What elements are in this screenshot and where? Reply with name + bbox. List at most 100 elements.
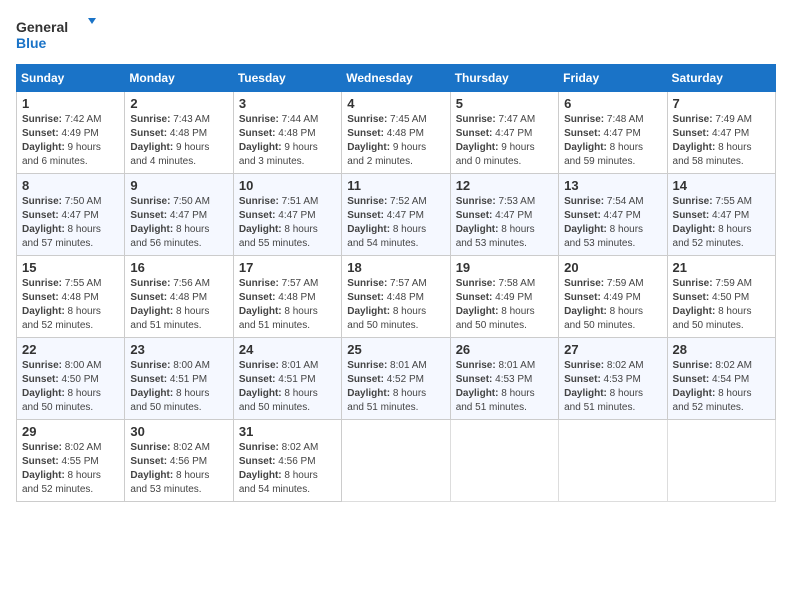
day-cell: 3 Sunrise: 7:44 AMSunset: 4:48 PMDaylight… (233, 92, 341, 174)
day-number: 3 (239, 96, 336, 111)
day-cell: 25 Sunrise: 8:01 AMSunset: 4:52 PMDayligh… (342, 338, 450, 420)
day-number: 9 (130, 178, 227, 193)
day-number: 21 (673, 260, 770, 275)
day-cell: 10 Sunrise: 7:51 AMSunset: 4:47 PMDayligh… (233, 174, 341, 256)
calendar-table: SundayMondayTuesdayWednesdayThursdayFrid… (16, 64, 776, 502)
day-number: 29 (22, 424, 119, 439)
weekday-header-wednesday: Wednesday (342, 65, 450, 92)
day-number: 20 (564, 260, 661, 275)
day-number: 18 (347, 260, 444, 275)
day-cell: 31 Sunrise: 8:02 AMSunset: 4:56 PMDayligh… (233, 420, 341, 502)
day-detail: Sunrise: 7:43 AMSunset: 4:48 PMDaylight:… (130, 113, 227, 169)
day-detail: Sunrise: 7:57 AMSunset: 4:48 PMDaylight:… (239, 277, 336, 333)
day-number: 5 (456, 96, 553, 111)
day-cell: 29 Sunrise: 8:02 AMSunset: 4:55 PMDayligh… (17, 420, 125, 502)
day-number: 23 (130, 342, 227, 357)
day-detail: Sunrise: 7:55 AMSunset: 4:48 PMDaylight:… (22, 277, 119, 333)
day-number: 31 (239, 424, 336, 439)
day-detail: Sunrise: 7:53 AMSunset: 4:47 PMDaylight:… (456, 195, 553, 251)
day-cell (342, 420, 450, 502)
page-header: General Blue (16, 16, 776, 52)
weekday-header-friday: Friday (559, 65, 667, 92)
weekday-header-tuesday: Tuesday (233, 65, 341, 92)
svg-text:General: General (16, 19, 68, 35)
day-cell: 24 Sunrise: 8:01 AMSunset: 4:51 PMDayligh… (233, 338, 341, 420)
day-detail: Sunrise: 8:02 AMSunset: 4:56 PMDaylight:… (239, 441, 336, 497)
day-detail: Sunrise: 7:56 AMSunset: 4:48 PMDaylight:… (130, 277, 227, 333)
weekday-header-monday: Monday (125, 65, 233, 92)
day-cell: 23Sunrise: 8:00 AMSunset: 4:51 PMDayligh… (125, 338, 233, 420)
day-cell: 6Sunrise: 7:48 AMSunset: 4:47 PMDaylight… (559, 92, 667, 174)
day-detail: Sunrise: 8:02 AMSunset: 4:55 PMDaylight:… (22, 441, 119, 497)
day-cell: 17 Sunrise: 7:57 AMSunset: 4:48 PMDayligh… (233, 256, 341, 338)
day-cell: 22 Sunrise: 8:00 AMSunset: 4:50 PMDayligh… (17, 338, 125, 420)
day-detail: Sunrise: 7:50 AMSunset: 4:47 PMDaylight:… (22, 195, 119, 251)
day-number: 17 (239, 260, 336, 275)
day-detail: Sunrise: 7:44 AMSunset: 4:48 PMDaylight:… (239, 113, 336, 169)
day-number: 27 (564, 342, 661, 357)
day-detail: Sunrise: 8:02 AMSunset: 4:53 PMDaylight:… (564, 359, 661, 415)
weekday-header-sunday: Sunday (17, 65, 125, 92)
day-cell: 16 Sunrise: 7:56 AMSunset: 4:48 PMDayligh… (125, 256, 233, 338)
day-detail: Sunrise: 8:02 AMSunset: 4:56 PMDaylight:… (130, 441, 227, 497)
week-row-2: 8 Sunrise: 7:50 AMSunset: 4:47 PMDaylight… (17, 174, 776, 256)
day-detail: Sunrise: 8:01 AMSunset: 4:52 PMDaylight:… (347, 359, 444, 415)
week-row-5: 29 Sunrise: 8:02 AMSunset: 4:55 PMDayligh… (17, 420, 776, 502)
weekday-header-thursday: Thursday (450, 65, 558, 92)
day-detail: Sunrise: 7:49 AMSunset: 4:47 PMDaylight:… (673, 113, 770, 169)
day-number: 15 (22, 260, 119, 275)
day-detail: Sunrise: 8:01 AMSunset: 4:51 PMDaylight:… (239, 359, 336, 415)
weekday-header-saturday: Saturday (667, 65, 775, 92)
day-cell: 9 Sunrise: 7:50 AMSunset: 4:47 PMDaylight… (125, 174, 233, 256)
day-cell: 30Sunrise: 8:02 AMSunset: 4:56 PMDayligh… (125, 420, 233, 502)
day-cell: 27 Sunrise: 8:02 AMSunset: 4:53 PMDayligh… (559, 338, 667, 420)
day-detail: Sunrise: 7:57 AMSunset: 4:48 PMDaylight:… (347, 277, 444, 333)
day-number: 11 (347, 178, 444, 193)
day-detail: Sunrise: 7:47 AMSunset: 4:47 PMDaylight:… (456, 113, 553, 169)
day-cell: 14 Sunrise: 7:55 AMSunset: 4:47 PMDayligh… (667, 174, 775, 256)
day-detail: Sunrise: 7:58 AMSunset: 4:49 PMDaylight:… (456, 277, 553, 333)
day-cell: 12Sunrise: 7:53 AMSunset: 4:47 PMDayligh… (450, 174, 558, 256)
weekday-header-row: SundayMondayTuesdayWednesdayThursdayFrid… (17, 65, 776, 92)
day-detail: Sunrise: 7:42 AMSunset: 4:49 PMDaylight:… (22, 113, 119, 169)
day-number: 8 (22, 178, 119, 193)
day-detail: Sunrise: 7:55 AMSunset: 4:47 PMDaylight:… (673, 195, 770, 251)
day-cell (450, 420, 558, 502)
day-number: 28 (673, 342, 770, 357)
day-cell: 2Sunrise: 7:43 AMSunset: 4:48 PMDaylight… (125, 92, 233, 174)
day-cell: 7 Sunrise: 7:49 AMSunset: 4:47 PMDaylight… (667, 92, 775, 174)
day-cell: 18 Sunrise: 7:57 AMSunset: 4:48 PMDayligh… (342, 256, 450, 338)
day-detail: Sunrise: 7:54 AMSunset: 4:47 PMDaylight:… (564, 195, 661, 251)
week-row-4: 22 Sunrise: 8:00 AMSunset: 4:50 PMDayligh… (17, 338, 776, 420)
day-detail: Sunrise: 7:52 AMSunset: 4:47 PMDaylight:… (347, 195, 444, 251)
day-number: 25 (347, 342, 444, 357)
day-cell: 11 Sunrise: 7:52 AMSunset: 4:47 PMDayligh… (342, 174, 450, 256)
day-cell: 1 Sunrise: 7:42 AMSunset: 4:49 PMDaylight… (17, 92, 125, 174)
day-detail: Sunrise: 7:50 AMSunset: 4:47 PMDaylight:… (130, 195, 227, 251)
day-number: 26 (456, 342, 553, 357)
day-detail: Sunrise: 8:02 AMSunset: 4:54 PMDaylight:… (673, 359, 770, 415)
day-number: 13 (564, 178, 661, 193)
day-cell (559, 420, 667, 502)
day-detail: Sunrise: 7:51 AMSunset: 4:47 PMDaylight:… (239, 195, 336, 251)
day-cell: 8 Sunrise: 7:50 AMSunset: 4:47 PMDaylight… (17, 174, 125, 256)
day-cell: 20 Sunrise: 7:59 AMSunset: 4:49 PMDayligh… (559, 256, 667, 338)
day-number: 16 (130, 260, 227, 275)
day-number: 22 (22, 342, 119, 357)
day-detail: Sunrise: 7:45 AMSunset: 4:48 PMDaylight:… (347, 113, 444, 169)
day-number: 6 (564, 96, 661, 111)
day-number: 19 (456, 260, 553, 275)
day-cell: 15 Sunrise: 7:55 AMSunset: 4:48 PMDayligh… (17, 256, 125, 338)
day-detail: Sunrise: 7:59 AMSunset: 4:49 PMDaylight:… (564, 277, 661, 333)
day-detail: Sunrise: 8:01 AMSunset: 4:53 PMDaylight:… (456, 359, 553, 415)
day-detail: Sunrise: 8:00 AMSunset: 4:50 PMDaylight:… (22, 359, 119, 415)
day-cell (667, 420, 775, 502)
day-number: 1 (22, 96, 119, 111)
day-number: 14 (673, 178, 770, 193)
day-number: 24 (239, 342, 336, 357)
svg-text:Blue: Blue (16, 35, 47, 51)
day-number: 10 (239, 178, 336, 193)
day-cell: 26 Sunrise: 8:01 AMSunset: 4:53 PMDayligh… (450, 338, 558, 420)
day-number: 7 (673, 96, 770, 111)
day-cell: 5 Sunrise: 7:47 AMSunset: 4:47 PMDaylight… (450, 92, 558, 174)
